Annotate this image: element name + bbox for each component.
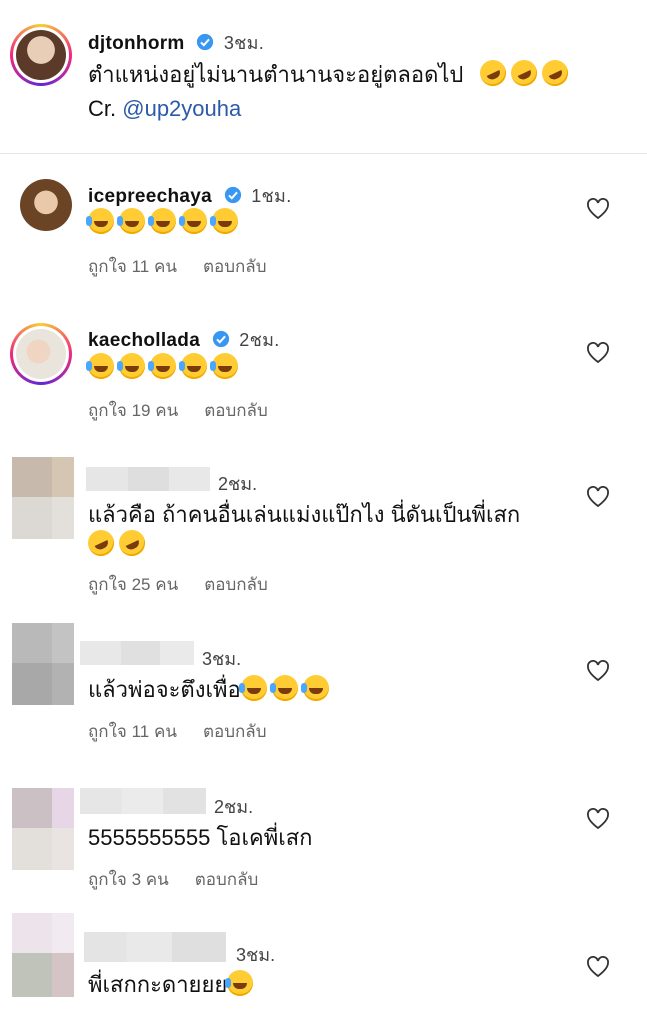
comment-text-row: แล้วพ่อจะตึงเพื่อ <box>88 675 334 705</box>
laughing-emoji <box>179 208 207 234</box>
laughing-emoji <box>86 208 114 234</box>
reply-button[interactable]: ตอบกลับ <box>203 257 267 276</box>
comment-avatar-pixelated[interactable] <box>12 623 74 705</box>
comment-text: แล้วคือ ถ้าคนอื่นเล่นแม่งแป๊กไง นี่ดันเป… <box>88 502 521 527</box>
laughing-emoji <box>86 353 114 379</box>
laughing-emoji <box>238 675 267 701</box>
comment-text: พี่เสกกะดายยย <box>88 972 228 997</box>
comment-time: 2ชม. <box>214 797 254 817</box>
comment-text <box>86 208 243 238</box>
laughing-emoji <box>300 675 329 701</box>
likes-count[interactable]: ถูกใจ 25 คน <box>88 575 178 594</box>
verified-badge-icon <box>224 186 241 204</box>
laughing-emoji <box>225 970 254 996</box>
comment-meta: ถูกใจ 11 คน ตอบกลับ <box>88 718 292 745</box>
laughing-emoji <box>210 353 238 379</box>
heart-outline-icon[interactable] <box>586 486 610 508</box>
likes-count[interactable]: ถูกใจ 11 คน <box>88 722 177 741</box>
comment-username[interactable]: icepreechaya <box>88 186 212 207</box>
comment-meta: ถูกใจ 25 คน ตอบกลับ <box>88 571 294 598</box>
reply-button[interactable]: ตอบกลับ <box>203 722 267 741</box>
caption-avatar[interactable] <box>10 24 72 86</box>
comment-text-row: แล้วคือ ถ้าคนอื่นเล่นแม่งแป๊กไง นี่ดันเป… <box>83 500 568 561</box>
laughing-emoji <box>210 208 238 234</box>
heart-outline-icon[interactable] <box>586 956 610 978</box>
comment-text <box>86 353 243 383</box>
comment-avatar[interactable] <box>10 323 72 385</box>
comment-avatar-pixelated[interactable] <box>12 457 74 539</box>
comment-text: 5555555555 โอเคพี่เสก <box>88 825 313 850</box>
comment-avatar-pixelated[interactable] <box>12 913 74 997</box>
caption-username[interactable]: djtonhorm <box>88 33 185 54</box>
caption-text: ตำแหน่งอยู่ไม่นานตำนานจะอยู่ตลอดไป <box>88 62 464 87</box>
laughing-emoji <box>148 353 176 379</box>
heart-outline-icon[interactable] <box>586 660 610 682</box>
credit-prefix: Cr. <box>88 96 117 121</box>
rofl-emoji <box>475 55 510 91</box>
comment-username-row: icepreechaya 1ชม. <box>88 181 292 210</box>
reply-button[interactable]: ตอบกลับ <box>204 575 268 594</box>
verified-badge-icon <box>212 330 229 348</box>
comment-time: 3ชม. <box>236 945 276 965</box>
verified-badge-icon <box>197 33 214 51</box>
comment-text: แล้วพ่อจะตึงเพื่อ <box>88 677 241 702</box>
heart-outline-icon[interactable] <box>586 342 610 364</box>
laughing-emoji <box>269 675 298 701</box>
rofl-emoji <box>506 55 541 91</box>
rofl-emoji <box>83 525 119 561</box>
laughing-emoji <box>117 208 145 234</box>
comment-avatar-pixelated[interactable] <box>12 788 74 870</box>
caption-time: 3ชม. <box>223 33 265 53</box>
laughing-emoji <box>179 353 207 379</box>
credit-mention-link[interactable]: @up2youha <box>122 96 241 121</box>
username-redacted <box>80 641 194 665</box>
caption-username-row: djtonhorm 3ชม. <box>88 28 264 57</box>
likes-count[interactable]: ถูกใจ 19 คน <box>88 401 178 420</box>
username-redacted <box>86 467 210 491</box>
comment-time: 1ชม. <box>251 186 292 206</box>
comment-meta: ถูกใจ 19 คน ตอบกลับ <box>88 397 294 424</box>
caption-text-row: ตำแหน่งอยู่ไม่นานตำนานจะอยู่ตลอดไป <box>88 55 573 91</box>
reply-button[interactable]: ตอบกลับ <box>195 870 259 889</box>
username-redacted <box>84 932 226 962</box>
rofl-emoji <box>537 55 572 91</box>
comment-meta: ถูกใจ 3 คน ตอบกลับ <box>88 866 284 893</box>
caption-block: djtonhorm 3ชม. ตำแหน่งอยู่ไม่นานตำนานจะอ… <box>0 0 647 154</box>
likes-count[interactable]: ถูกใจ 3 คน <box>88 870 169 889</box>
laughing-emoji <box>117 353 145 379</box>
heart-outline-icon[interactable] <box>586 808 610 830</box>
username-redacted <box>80 788 206 814</box>
comment-username-row: kaechollada 2ชม. <box>88 325 280 354</box>
heart-outline-icon[interactable] <box>586 198 610 220</box>
rofl-emoji <box>114 525 150 561</box>
caption-credit: Cr. @up2youha <box>88 94 241 124</box>
comment-time: 2ชม. <box>239 330 280 350</box>
comment-time: 2ชม. <box>218 474 258 494</box>
reply-button[interactable]: ตอบกลับ <box>204 401 268 420</box>
comment-text-row: พี่เสกกะดายยย <box>88 970 258 1000</box>
comment-meta: ถูกใจ 11 คน ตอบกลับ <box>88 253 292 280</box>
comment-username[interactable]: kaechollada <box>88 330 200 351</box>
likes-count[interactable]: ถูกใจ 11 คน <box>88 257 177 276</box>
comment-time: 3ชม. <box>202 649 242 669</box>
comment-avatar[interactable] <box>20 179 72 231</box>
laughing-emoji <box>148 208 176 234</box>
